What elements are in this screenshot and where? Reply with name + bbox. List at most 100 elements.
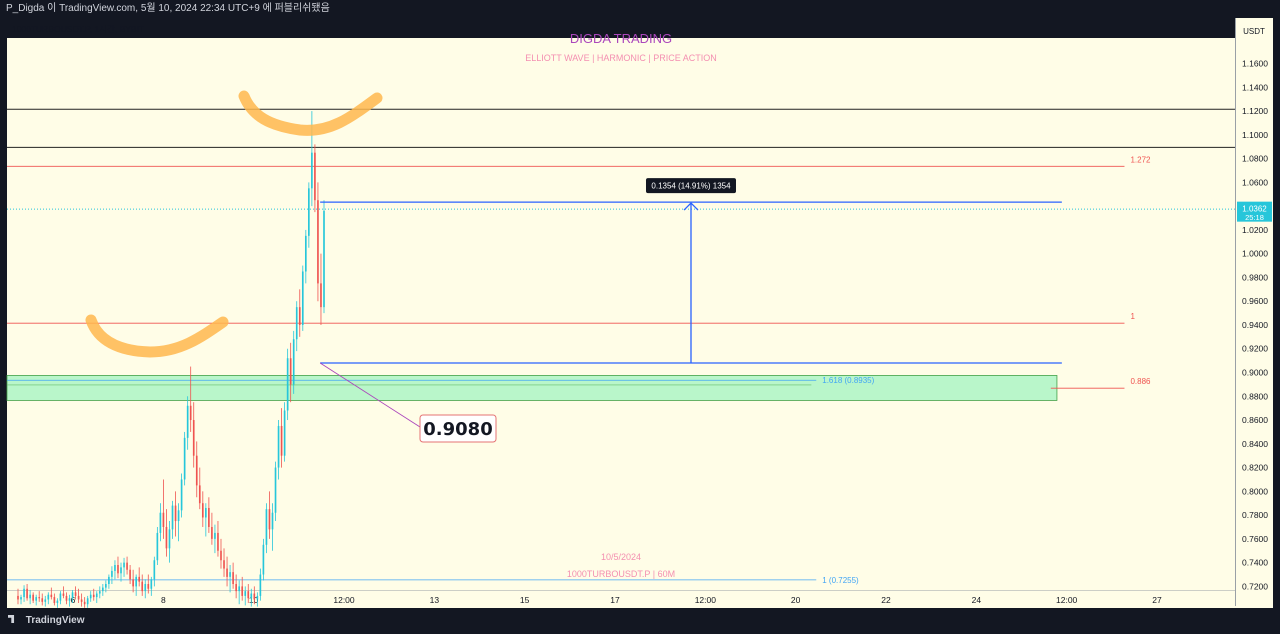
candle-body (65, 595, 68, 601)
x-tick-label: 12:00 (333, 595, 355, 605)
x-tick-label: 15 (520, 595, 530, 605)
candle-body (162, 512, 165, 527)
candle-body (92, 594, 95, 598)
candle-body (41, 598, 44, 602)
candle-body (32, 594, 34, 601)
candle-body (208, 507, 210, 527)
y-tick-label: 0.8400 (1242, 439, 1268, 449)
watermark-symbol: 1000TURBOUSDT.P | 60M (567, 569, 675, 579)
y-tick-label: 1.0200 (1242, 225, 1268, 235)
chart-frame: DIGDA TRADING ELLIOTT WAVE | HARMONIC | P… (0, 18, 1280, 624)
candle-body (168, 529, 171, 549)
currency-label: USDT (1243, 27, 1265, 36)
candle-body (98, 591, 101, 594)
candle-body (250, 593, 253, 599)
candle-body (198, 485, 201, 504)
candle-body (289, 358, 292, 385)
candle-body (317, 200, 319, 284)
candle-body (71, 592, 74, 599)
candle-body (214, 532, 216, 539)
candle-body (265, 509, 268, 545)
fib-level-label: 1 (1130, 312, 1135, 321)
candle-body (183, 437, 186, 480)
candle-body (50, 594, 53, 598)
candle-body (74, 592, 77, 596)
y-tick-label: 0.7200 (1242, 581, 1268, 591)
candle-body (241, 586, 244, 596)
fib-extension-label: 1 (0.7255) (822, 576, 859, 585)
y-tick-label: 0.9200 (1242, 344, 1268, 354)
y-tick-label: 0.8600 (1242, 415, 1268, 425)
candle-body (180, 479, 183, 511)
x-tick-label: 12:00 (695, 595, 717, 605)
y-tick-label: 1.1400 (1242, 82, 1268, 92)
candle-body (117, 565, 119, 574)
candle-body (268, 509, 271, 530)
watermark-subtitle: ELLIOTT WAVE | HARMONIC | PRICE ACTION (525, 53, 717, 63)
candle-body (286, 358, 289, 411)
candle-body (283, 410, 286, 456)
candle-body (129, 569, 131, 580)
candle-body (38, 597, 41, 599)
candle-body (156, 532, 159, 561)
x-tick-label: 13 (430, 595, 440, 605)
candle-body (111, 570, 113, 577)
fib-level-label: 1.272 (1130, 155, 1151, 164)
x-tick-label: 17 (610, 595, 620, 605)
candle-body (144, 584, 147, 592)
candle-body (56, 600, 59, 604)
candle-body (189, 405, 192, 421)
candle-body (253, 593, 256, 600)
candle-body (159, 512, 162, 533)
plot-background (7, 38, 1235, 606)
x-tick-label: 20 (791, 595, 801, 605)
chart-svg[interactable]: DIGDA TRADING ELLIOTT WAVE | HARMONIC | P… (0, 18, 1273, 608)
candle-body (262, 544, 265, 575)
y-tick-label: 1.0000 (1242, 249, 1268, 259)
candle-body (235, 584, 237, 592)
candle-body (292, 339, 295, 385)
current-price-countdown: 25:18 (1245, 213, 1264, 222)
y-tick-label: 1.1600 (1242, 59, 1268, 69)
candle-body (259, 574, 262, 596)
candle-body (147, 584, 150, 589)
candle-body (226, 568, 228, 577)
candle-body (123, 562, 125, 568)
publish-header: P_Digda 이 TradingView.com, 5월 10, 2024 2… (0, 0, 1280, 18)
fib-level-label: 0.886 (1130, 377, 1151, 386)
candle-body (80, 599, 83, 602)
candle-body (83, 601, 86, 605)
candle-body (44, 599, 47, 602)
candle-body (108, 576, 110, 585)
candle-body (223, 560, 225, 569)
plot-area[interactable]: DIGDA TRADING ELLIOTT WAVE | HARMONIC | P… (6, 18, 1273, 624)
candle-body (232, 572, 234, 585)
candle-body (171, 505, 174, 530)
tradingview-logo[interactable]: TradingView (8, 615, 85, 626)
candle-body (132, 579, 134, 587)
footer-bar: TradingView (0, 608, 1280, 634)
candle-body (244, 591, 247, 596)
candle-body (89, 594, 92, 599)
y-tick-label: 0.8800 (1242, 391, 1268, 401)
fib-extension-label: 1.618 (0.8935) (822, 376, 874, 385)
y-tick-label: 0.8200 (1242, 463, 1268, 473)
candle-body (165, 526, 168, 549)
candle-body (47, 594, 50, 600)
candle-body (174, 505, 177, 522)
candle-body (192, 420, 195, 456)
candle-body (298, 307, 301, 325)
candle-body (229, 572, 231, 577)
x-tick-label: 8 (161, 595, 166, 605)
candle-body (220, 550, 222, 561)
candle-body (153, 560, 156, 580)
candle-body (138, 576, 141, 582)
tradingview-logo-icon (8, 615, 15, 623)
candle-body (205, 507, 207, 518)
support-zone[interactable] (6, 375, 1058, 401)
candle-body (201, 503, 204, 518)
y-tick-label: 0.9400 (1242, 320, 1268, 330)
watermark-date: 10/5/2024 (601, 552, 641, 562)
y-tick-label: 0.9600 (1242, 296, 1268, 306)
candle-body (59, 593, 62, 601)
